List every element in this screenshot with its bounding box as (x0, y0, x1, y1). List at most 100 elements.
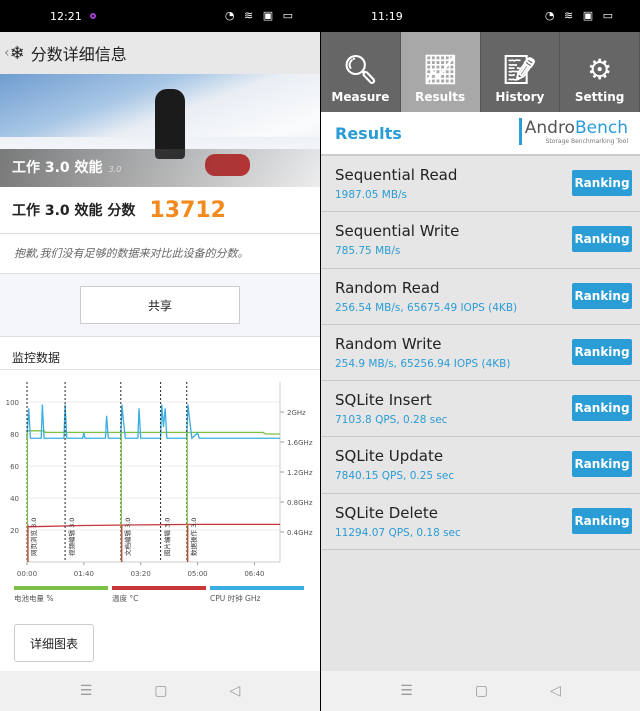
legend-swatch (210, 586, 304, 590)
hero-banner: 工作 3.0 效能 3.0 (0, 74, 320, 187)
result-value: 785.75 MB/s (335, 245, 401, 258)
marker-label: 文档编辑 3.0 (123, 518, 132, 556)
notification-dot-icon (90, 13, 96, 19)
tab-results[interactable]: 📈︎ Results (400, 32, 481, 112)
menu-icon[interactable]: ☰ (400, 683, 413, 699)
brand-a: Andro (524, 118, 575, 138)
result-value: 11294.07 QPS, 0.18 sec (335, 526, 461, 539)
score-row: 工作 3.0 效能 分数 13712 (0, 187, 320, 234)
score-label: 工作 3.0 效能 分数 (12, 203, 136, 219)
marker-label: 视频编辑 3.0 (67, 518, 76, 556)
comparison-note: 抱歉,我们没有足够的数据来对比此设备的分数。 (0, 234, 320, 274)
tab-bar: 🔍︎ Measure 📈︎ Results 📝︎ History ⚙ Setting (321, 32, 640, 112)
ranking-button[interactable]: Ranking (572, 338, 632, 365)
brand-b: Bench (574, 118, 628, 138)
legend-swatch (112, 586, 206, 590)
result-value: 1987.05 MB/s (335, 189, 408, 201)
monitor-title: 监控数据 (0, 336, 320, 370)
result-name: Random Write (335, 334, 442, 353)
results-header: Results AndroBench Storage Benchmarking … (321, 112, 640, 156)
status-icons: ◔ ≋ ▣ ▭ (544, 9, 616, 22)
y-tick-label: 20 (10, 527, 19, 535)
y2-tick-label: 2GHz (287, 409, 306, 417)
nav-bar: ☰ ▢ ◁ (321, 671, 640, 711)
gear-icon: ⚙ (587, 53, 613, 86)
result-value: 254.9 MB/s, 65256.94 IOPS (4KB) (335, 357, 511, 370)
result-name: Sequential Read (335, 166, 458, 184)
left-phone-screen: 12:21 ◔ ≋ ▣ ▭ ‹ ❄ 分数详细信息 工作 3.0 效能 3.0 工作… (0, 0, 320, 711)
right-phone-screen: 11:19 ◔ ≋ ▣ ▭ 🔍︎ Measure 📈︎ Results 📝︎ Hist… (321, 0, 640, 711)
status-bar: 11:19 ◔ ≋ ▣ ▭ (321, 0, 640, 32)
brand-sub: Storage Benchmarking Tool (545, 138, 628, 145)
back-nav-icon[interactable]: ◁ (550, 683, 561, 699)
marker-label: 网页浏览 3.0 (29, 518, 38, 556)
hero-title: 工作 3.0 效能 (12, 160, 103, 176)
tab-setting[interactable]: ⚙ Setting (560, 32, 640, 112)
result-row: Sequential Read 1987.05 MB/s Ranking (321, 156, 640, 213)
tab-label: Measure (331, 90, 390, 104)
ranking-button[interactable]: Ranking (572, 507, 632, 534)
y-tick-label: 80 (10, 431, 19, 439)
detail-chart-button[interactable]: 详细图表 (14, 624, 94, 662)
home-icon[interactable]: ▢ (154, 683, 167, 699)
result-row: SQLite Insert 7103.8 QPS, 0.28 sec Ranking (321, 381, 640, 438)
legend-label: 电池电量 % (14, 593, 54, 603)
y2-tick-label: 0.8GHz (287, 499, 313, 507)
monitor-chart: 20 40 60 80 100 0.4GHz 0.8GHz 1.2GHz 1.6GHz 2GHz 0… (0, 370, 320, 603)
score-value: 13712 (149, 197, 226, 223)
legend-swatch (14, 586, 108, 590)
tab-label: History (495, 90, 545, 104)
home-icon[interactable]: ▢ (475, 683, 488, 699)
result-name: Sequential Write (335, 222, 460, 241)
status-bar: 12:21 ◔ ≋ ▣ ▭ (0, 0, 320, 32)
app-bar: ‹ ❄ 分数详细信息 (0, 32, 320, 74)
result-value: 7840.15 QPS, 0.25 sec (335, 470, 455, 483)
chart-icon: 📈︎ (422, 53, 458, 86)
ranking-button[interactable]: Ranking (572, 282, 632, 309)
status-time: 11:19 (371, 10, 403, 23)
x-tick-label: 01:40 (74, 570, 94, 578)
series-line-2 (26, 404, 280, 440)
menu-icon[interactable]: ☰ (80, 683, 93, 699)
x-tick-label: 03:20 (131, 570, 151, 578)
tab-label: Setting (574, 90, 625, 104)
results-list: Sequential Read 1987.05 MB/s Ranking Sequen… (321, 156, 640, 551)
ranking-button[interactable]: Ranking (572, 170, 632, 196)
document-icon: 📝︎ (502, 53, 538, 86)
y2-tick-label: 0.4GHz (287, 529, 313, 537)
results-title: Results (335, 124, 402, 143)
x-tick-label: 06:40 (244, 570, 264, 578)
result-name: SQLite Delete (335, 503, 439, 522)
back-nav-icon[interactable]: ◁ (230, 683, 241, 699)
snowflake-logo-icon: ❄ (9, 42, 25, 64)
nav-bar: ☰ ▢ ◁ (0, 671, 320, 711)
y2-tick-label: 1.2GHz (287, 469, 313, 477)
result-row: Random Read 256.54 MB/s, 65675.49 IOPS (4… (321, 268, 640, 325)
tab-history[interactable]: 📝︎ History (481, 32, 561, 112)
result-row: Sequential Write 785.75 MB/s Ranking (321, 212, 640, 269)
page-title: 分数详细信息 (30, 45, 127, 64)
y-tick-label: 60 (10, 463, 19, 471)
marker-label: 数据操作 3.0 (189, 518, 198, 556)
status-time: 12:21 (50, 10, 82, 23)
androbench-logo: AndroBench Storage Benchmarking Tool (518, 118, 628, 145)
result-name: Random Read (335, 278, 440, 297)
x-tick-label: 05:00 (187, 570, 207, 578)
legend-label: 温度 °C (112, 593, 138, 603)
y2-tick-label: 1.6GHz (287, 439, 313, 447)
marker-label: 图片编辑 3.0 (163, 518, 172, 556)
search-icon: 🔍︎ (342, 53, 379, 86)
result-name: SQLite Update (335, 447, 444, 466)
result-value: 7103.8 QPS, 0.28 sec (335, 414, 448, 427)
ranking-button[interactable]: Ranking (572, 226, 632, 253)
legend-label: CPU 时钟 GHz (210, 593, 260, 603)
status-icons: ◔ ≋ ▣ ▭ (224, 9, 296, 22)
result-row: SQLite Update 7840.15 QPS, 0.25 sec Rankin… (321, 437, 640, 494)
ranking-button[interactable]: Ranking (572, 395, 632, 422)
ranking-button[interactable]: Ranking (572, 451, 632, 478)
tab-label: Results (415, 90, 466, 104)
share-button[interactable]: 共享 (80, 286, 240, 324)
result-value: 256.54 MB/s, 65675.49 IOPS (4KB) (335, 301, 518, 314)
result-name: SQLite Insert (335, 391, 432, 410)
tab-measure[interactable]: 🔍︎ Measure (321, 32, 401, 112)
